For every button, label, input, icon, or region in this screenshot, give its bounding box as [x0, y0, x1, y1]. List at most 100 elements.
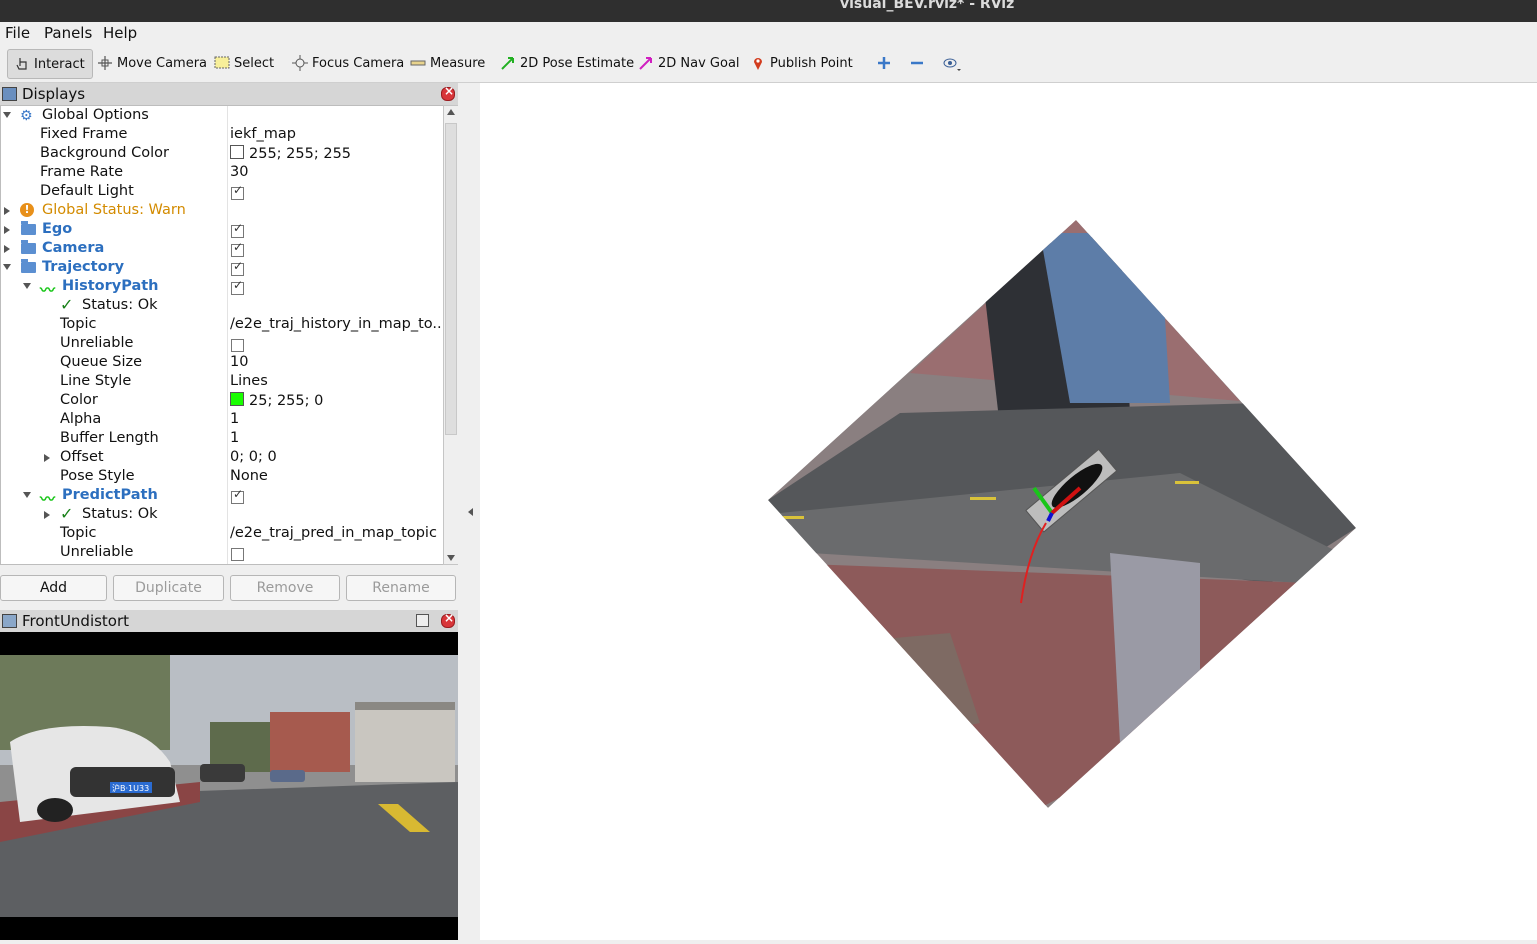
measure-tool-button[interactable]: Measure: [410, 49, 485, 77]
trajectory-checkbox[interactable]: [231, 259, 244, 276]
tree-row-history-status[interactable]: ✓ Status: Ok: [1, 295, 444, 316]
tree-row-global-status[interactable]: ! Global Status: Warn: [1, 202, 444, 221]
tree-row-ego[interactable]: Ego: [1, 221, 444, 240]
menu-panels[interactable]: Panels: [44, 24, 92, 42]
folder-icon: [21, 259, 36, 273]
pose-estimate-tool-button[interactable]: 2D Pose Estimate: [500, 49, 634, 77]
duplicate-button[interactable]: Duplicate: [113, 575, 224, 601]
ego-checkbox[interactable]: [231, 221, 244, 238]
expand-arrow-icon[interactable]: [3, 264, 11, 270]
tree-row-line-style[interactable]: Line Style Lines: [1, 373, 444, 392]
tree-row-topic[interactable]: Topic /e2e_traj_history_in_map_to...: [1, 316, 444, 335]
tree-row-predict-topic[interactable]: Topic /e2e_traj_pred_in_map_topic: [1, 525, 444, 544]
background-color-value[interactable]: 255; 255; 255: [230, 145, 351, 162]
focus-camera-tool-button[interactable]: Focus Camera: [292, 49, 404, 77]
expand-arrow-icon[interactable]: [44, 511, 50, 519]
offset-value[interactable]: 0; 0; 0: [230, 449, 277, 465]
tree-row-camera[interactable]: Camera: [1, 240, 444, 259]
render-viewport[interactable]: [480, 83, 1537, 940]
remove-tool-button[interactable]: [909, 49, 929, 77]
tree-row-offset[interactable]: Offset 0; 0; 0: [1, 449, 444, 468]
tree-row-alpha[interactable]: Alpha 1: [1, 411, 444, 430]
tree-row-global-options[interactable]: ⚙ Global Options: [1, 107, 444, 126]
expand-arrow-icon[interactable]: [23, 492, 31, 498]
pose-style-value[interactable]: None: [230, 468, 268, 484]
publish-point-label: Publish Point: [770, 55, 853, 71]
collapse-arrow-icon[interactable]: [468, 508, 473, 516]
menu-file[interactable]: File: [5, 24, 30, 42]
scroll-up-icon[interactable]: [447, 109, 455, 115]
tree-row-queue-size[interactable]: Queue Size 10: [1, 354, 444, 373]
menu-help[interactable]: Help: [103, 24, 137, 42]
image-icon: [2, 614, 17, 628]
gear-icon: ⚙: [20, 108, 33, 124]
float-icon[interactable]: [416, 614, 429, 627]
tree-row-background-color[interactable]: Background Color 255; 255; 255: [1, 145, 444, 164]
tree-row-pose-style[interactable]: Pose Style None: [1, 468, 444, 487]
expand-arrow-icon[interactable]: [4, 226, 10, 234]
camera-checkbox[interactable]: [231, 240, 244, 257]
predict-path-checkbox[interactable]: [231, 487, 244, 504]
tree-row-buffer-length[interactable]: Buffer Length 1: [1, 430, 444, 449]
tree-row-frame-rate[interactable]: Frame Rate 30: [1, 164, 444, 183]
scrollbar-thumb[interactable]: [445, 123, 457, 435]
tree-row-trajectory[interactable]: Trajectory: [1, 259, 444, 278]
interact-tool-button[interactable]: Interact: [7, 49, 93, 79]
close-icon[interactable]: [441, 84, 455, 101]
topic-value[interactable]: /e2e_traj_history_in_map_to...: [230, 316, 444, 332]
magenta-arrow-icon: [638, 55, 654, 71]
nav-goal-tool-button[interactable]: 2D Nav Goal: [638, 49, 740, 77]
predict-unreliable-checkbox[interactable]: [231, 548, 244, 561]
row-label: Line Style: [60, 373, 132, 389]
fixed-frame-value[interactable]: iekf_map: [230, 126, 296, 142]
select-tool-button[interactable]: Select: [214, 49, 274, 77]
tree-row-unreliable[interactable]: Unreliable: [1, 335, 444, 354]
hand-pointer-icon: [14, 56, 30, 72]
expand-arrow-icon[interactable]: [23, 283, 31, 289]
view-tool-button[interactable]: [942, 49, 961, 77]
expand-arrow-icon[interactable]: [4, 207, 10, 215]
scroll-down-icon[interactable]: [447, 555, 455, 561]
check-icon: ✓: [60, 295, 74, 314]
expand-arrow-icon[interactable]: [4, 245, 10, 253]
publish-point-tool-button[interactable]: Publish Point: [750, 49, 853, 77]
tree-row-predict-status[interactable]: ✓ Status: Ok: [1, 504, 444, 525]
expand-arrow-icon[interactable]: [3, 112, 11, 118]
queue-size-value[interactable]: 10: [230, 354, 248, 370]
tree-row-predict-unreliable[interactable]: Unreliable: [1, 544, 444, 563]
window-title: visual_BEV.rviz* - RViz: [840, 0, 1015, 12]
remove-button[interactable]: Remove: [230, 575, 340, 601]
tree-row-fixed-frame[interactable]: Fixed Frame iekf_map: [1, 126, 444, 145]
row-label: Topic: [60, 316, 97, 332]
pose-estimate-label: 2D Pose Estimate: [520, 55, 635, 71]
line-style-value[interactable]: Lines: [230, 373, 268, 389]
tree-scrollbar[interactable]: [443, 105, 459, 565]
tree-row-default-light[interactable]: Default Light: [1, 183, 444, 202]
close-icon[interactable]: [441, 611, 455, 628]
alpha-value[interactable]: 1: [230, 411, 239, 427]
map-pin-icon: [750, 55, 766, 71]
default-light-checkbox[interactable]: [231, 183, 244, 200]
add-tool-button[interactable]: [876, 49, 892, 77]
green-arrow-icon: [500, 55, 516, 71]
history-path-checkbox[interactable]: [231, 278, 244, 295]
add-button[interactable]: Add: [0, 575, 107, 601]
color-value[interactable]: 25; 255; 0: [230, 392, 323, 409]
nav-goal-label: 2D Nav Goal: [658, 55, 740, 71]
focus-camera-label: Focus Camera: [312, 55, 405, 71]
move-camera-tool-button[interactable]: Move Camera: [97, 49, 207, 77]
frame-rate-value[interactable]: 30: [230, 164, 248, 180]
expand-arrow-icon[interactable]: [44, 454, 50, 462]
row-label: Trajectory: [42, 259, 125, 275]
rename-button[interactable]: Rename: [346, 575, 456, 601]
predict-topic-value[interactable]: /e2e_traj_pred_in_map_topic: [230, 525, 437, 541]
measure-label: Measure: [430, 55, 486, 71]
buffer-length-value[interactable]: 1: [230, 430, 239, 446]
unreliable-checkbox[interactable]: [231, 339, 244, 352]
panel-splitter[interactable]: [458, 83, 480, 940]
tree-row-color[interactable]: Color 25; 255; 0: [1, 392, 444, 411]
row-label: Alpha: [60, 411, 102, 427]
row-label: Color: [60, 392, 98, 408]
row-label: Buffer Length: [60, 430, 159, 446]
displays-tree: ⚙ Global Options Fixed Frame iekf_map Ba…: [0, 105, 445, 565]
